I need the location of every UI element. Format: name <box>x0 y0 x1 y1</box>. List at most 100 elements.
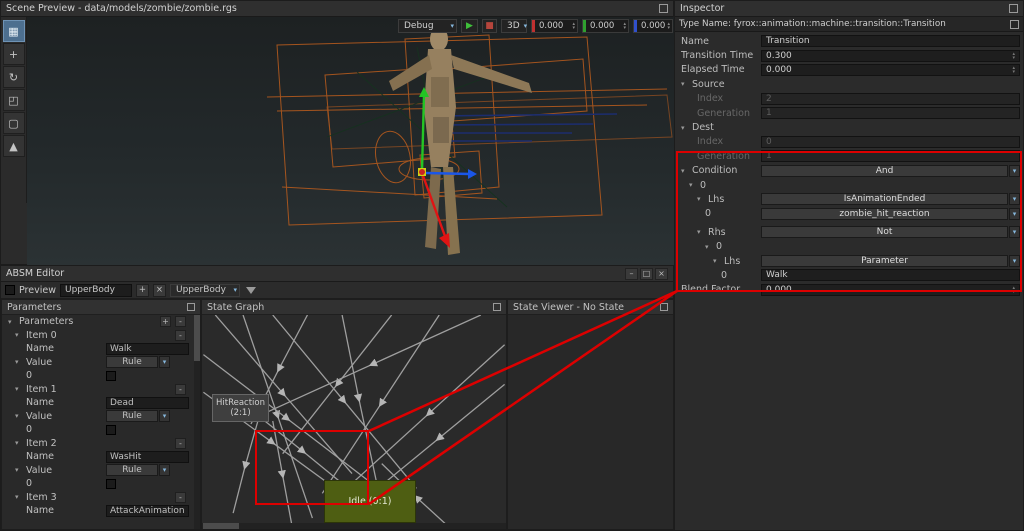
expander-icon[interactable]: ▾ <box>15 439 23 447</box>
remove-item-button[interactable]: - <box>175 384 186 395</box>
param-name-field[interactable]: AttackAnimation <box>106 505 189 517</box>
rect-select-tool[interactable]: ▢ <box>3 112 25 134</box>
terrain-brush-tool[interactable]: ▦ <box>3 20 25 42</box>
maximize-icon[interactable] <box>660 303 668 311</box>
animation-dropdown[interactable]: zombie_hit_reaction <box>761 208 1008 220</box>
rotate-tool[interactable]: ↻ <box>3 66 25 88</box>
navmesh-edit-tool[interactable]: ▲ <box>3 135 25 157</box>
play-button[interactable]: ▶ <box>461 19 478 33</box>
doc-icon[interactable] <box>1010 20 1019 29</box>
param-kind-dropdown[interactable]: Rule <box>106 464 158 476</box>
chevron-down-icon[interactable]: ▾ <box>1009 255 1020 267</box>
move-tool[interactable]: + <box>3 43 25 65</box>
param-item-row[interactable]: ▾Item 1 - <box>2 383 194 397</box>
chevron-down-icon[interactable]: ▾ <box>1009 165 1020 177</box>
float-window-icon[interactable] <box>659 4 668 13</box>
remove-item-button[interactable]: - <box>175 330 186 341</box>
add-parameter-button[interactable]: + <box>160 316 171 327</box>
scale-tool[interactable]: ◰ <box>3 89 25 111</box>
spinner-icon[interactable]: ▴▾ <box>621 22 628 30</box>
expander-icon[interactable]: ▾ <box>15 493 23 501</box>
spinner-icon[interactable]: ▴▾ <box>1012 66 1015 74</box>
param-kind-dropdown[interactable]: Rule <box>106 410 158 422</box>
expander-icon[interactable]: ▾ <box>8 318 16 326</box>
expander-icon[interactable]: ▾ <box>705 243 713 251</box>
chevron-down-icon[interactable]: ▾ <box>1009 193 1020 205</box>
expander-icon[interactable]: ▾ <box>681 167 689 175</box>
inspector-titlebar[interactable]: Inspector <box>675 1 1023 17</box>
snap-x-field[interactable]: 0.000 ▴▾ <box>531 19 578 33</box>
snap-z-field[interactable]: 0.000 ▴▾ <box>633 19 673 33</box>
remove-item-button[interactable]: - <box>175 438 186 449</box>
expander-icon[interactable]: ▾ <box>681 124 689 132</box>
param-value-checkbox[interactable] <box>106 371 116 381</box>
parameters-root-row[interactable]: ▾Parameters + - <box>2 315 194 329</box>
param-name-field[interactable]: Walk <box>106 343 189 355</box>
parameters-scrollbar[interactable] <box>194 315 200 529</box>
state-viewer-header[interactable]: State Viewer - No State <box>508 300 673 315</box>
add-layer-button[interactable]: + <box>136 284 149 297</box>
blend-factor-field[interactable]: 0.000▴▾ <box>761 284 1020 296</box>
chevron-down-icon[interactable]: ▾ <box>159 464 170 476</box>
spinner-icon[interactable]: ▴▾ <box>1012 52 1015 60</box>
param-name-field[interactable]: WasHit <box>106 451 189 463</box>
remove-item-button[interactable]: - <box>175 492 186 503</box>
lhs-kind-dropdown[interactable]: IsAnimationEnded <box>761 193 1008 205</box>
scene-viewport[interactable]: Debug ▾ ▶ ■ 3D ▾ 0.000 ▴▾ 0.000 ▴▾ <box>27 17 674 266</box>
expander-icon[interactable]: ▾ <box>15 412 23 420</box>
parameter-name-field[interactable]: Walk <box>761 269 1020 281</box>
chevron-down-icon[interactable]: ▾ <box>159 356 170 368</box>
maximize-button[interactable]: □ <box>640 268 653 280</box>
param-item-row[interactable]: ▾Item 0 - <box>2 329 194 343</box>
close-button[interactable]: × <box>655 268 668 280</box>
minimize-button[interactable]: – <box>625 268 638 280</box>
param-value-checkbox[interactable] <box>106 479 116 489</box>
maximize-icon[interactable] <box>187 303 195 311</box>
expander-icon[interactable]: ▾ <box>681 80 689 88</box>
chevron-down-icon[interactable]: ▾ <box>1009 208 1020 220</box>
state-graph-canvas[interactable]: HitReaction (2:1) Idle (0:1) <box>202 315 506 529</box>
param-item-row[interactable]: ▾Item 3 - <box>2 491 194 505</box>
spinner-icon[interactable]: ▴▾ <box>570 22 577 30</box>
scene-preview-titlebar[interactable]: Scene Preview - data/models/zombie/zombi… <box>1 1 673 17</box>
expander-icon[interactable]: ▾ <box>713 257 721 265</box>
expander-icon[interactable]: ▾ <box>15 331 23 339</box>
spinner-icon[interactable]: ▴▾ <box>665 22 672 30</box>
param-kind-dropdown[interactable]: Rule <box>106 356 158 368</box>
state-node-hitreaction[interactable]: HitReaction (2:1) <box>212 394 269 422</box>
parameter-kind-dropdown[interactable]: Parameter <box>761 255 1008 267</box>
stop-button[interactable]: ■ <box>482 19 497 33</box>
absm-titlebar[interactable]: ABSM Editor – □ × <box>1 266 673 282</box>
name-field[interactable]: Transition <box>761 35 1020 47</box>
param-name-field[interactable]: Dead <box>106 397 189 409</box>
snap-y-field[interactable]: 0.000 ▴▾ <box>582 19 629 33</box>
expander-icon[interactable]: ▾ <box>15 358 23 366</box>
param-value-checkbox[interactable] <box>106 425 116 435</box>
param-item-row[interactable]: ▾Item 2 - <box>2 437 194 451</box>
expander-icon[interactable]: ▾ <box>697 195 705 203</box>
remove-layer-button[interactable]: × <box>153 284 166 297</box>
layer-dropdown[interactable]: UpperBody ▾ <box>170 284 240 297</box>
transition-time-field[interactable]: 0.300▴▾ <box>761 50 1020 62</box>
maximize-icon[interactable] <box>493 303 501 311</box>
expander-icon[interactable]: ▾ <box>15 466 23 474</box>
expander-icon[interactable]: ▾ <box>697 228 705 236</box>
condition-dropdown[interactable]: And <box>761 165 1008 177</box>
rhs-kind-dropdown[interactable]: Not <box>761 226 1008 238</box>
state-node-idle[interactable]: Idle (0:1) <box>324 480 416 523</box>
expander-icon[interactable]: ▾ <box>689 181 697 189</box>
elapsed-time-field[interactable]: 0.000▴▾ <box>761 64 1020 76</box>
chevron-down-icon[interactable]: ▾ <box>159 410 170 422</box>
debug-dropdown[interactable]: Debug ▾ <box>398 19 457 33</box>
chevron-down-icon[interactable]: ▾ <box>1009 226 1020 238</box>
state-graph-header[interactable]: State Graph <box>202 300 506 315</box>
view-mode-dropdown[interactable]: 3D ▾ <box>501 19 527 33</box>
expander-icon[interactable]: ▾ <box>15 385 23 393</box>
filter-icon[interactable] <box>246 287 256 294</box>
remove-parameter-button[interactable]: - <box>175 316 186 327</box>
spinner-icon[interactable]: ▴▾ <box>1012 286 1015 294</box>
parameters-header[interactable]: Parameters <box>2 300 200 315</box>
state-viewer-canvas[interactable] <box>508 315 673 529</box>
preview-checkbox[interactable] <box>5 285 15 295</box>
layer-name-field[interactable]: UpperBody <box>60 284 132 297</box>
